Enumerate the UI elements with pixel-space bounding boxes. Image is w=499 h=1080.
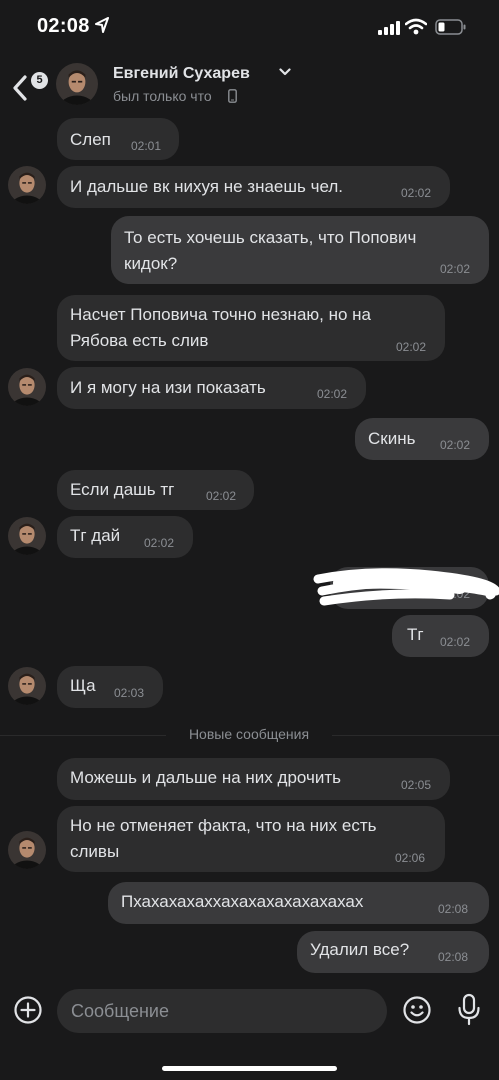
message-bubble[interactable]: Если дашь тг 02:02 — [57, 470, 254, 510]
message-bubble[interactable]: Но не отменяет факта, что на них есть сл… — [57, 806, 445, 872]
message-time: 02:02 — [401, 186, 432, 200]
battery-icon — [435, 19, 466, 35]
home-indicator — [162, 1066, 337, 1071]
message-bubble[interactable]: И я могу на изи показать 02:02 — [57, 367, 366, 409]
message-text: сливы — [70, 842, 120, 861]
message-time: 02:02 — [317, 387, 348, 401]
message-bubble[interactable]: Пхахахахаххахахахахахахахах 02:08 — [108, 882, 489, 924]
message-time: 02:02 — [206, 489, 237, 503]
message-text: Тг — [407, 625, 424, 644]
back-icon — [13, 75, 27, 101]
message-bubble[interactable]: Удалил все? 02:08 — [297, 931, 489, 973]
phone-icon — [228, 89, 237, 103]
message-bubble[interactable]: И дальше вк нихуя не знаешь чел. 02:02 — [57, 166, 450, 208]
message-text: Слеп — [70, 130, 111, 149]
message-text: Рябова есть слив — [70, 331, 209, 350]
message-bubble[interactable]: Ща 02:03 — [57, 666, 163, 708]
message-bubble[interactable]: Тг дай 02:02 — [57, 516, 193, 558]
contact-status: был только что — [113, 88, 212, 104]
message-bubble[interactable]: Можешь и дальше на них дрочить 02:05 — [57, 758, 450, 800]
chevron-down-icon[interactable] — [279, 68, 291, 76]
location-arrow-icon — [95, 17, 109, 33]
message-bubble[interactable]: Насчет Поповича точно незнаю, но на Рябо… — [57, 295, 445, 361]
message-time: 02:02 — [144, 536, 175, 550]
message-time: 02:02 — [396, 340, 427, 354]
message-text: Но не отменяет факта, что на них есть — [70, 816, 377, 835]
message-text: Ща — [70, 676, 96, 695]
message-time: 02:01 — [131, 139, 162, 153]
message-text: Пхахахахаххахахахахахахахах — [121, 892, 364, 911]
back-button[interactable]: 5 — [8, 64, 48, 108]
message-time: 02:02 — [440, 635, 471, 649]
message-bubble[interactable]: Скинь 02:02 — [355, 418, 489, 460]
message-text: Насчет Поповича точно незнаю, но на — [70, 305, 372, 324]
new-messages-label: Новые сообщения — [166, 726, 332, 742]
plus-icon[interactable] — [13, 995, 43, 1025]
unread-badge: 5 — [31, 72, 48, 89]
message-bubble[interactable]: То есть хочешь сказать, что Попович кидо… — [111, 216, 489, 284]
avatar[interactable] — [8, 517, 46, 555]
message-text: Можешь и дальше на них дрочить — [70, 768, 341, 787]
chat-header: 5 Евгений Сухарев был только что — [0, 56, 499, 116]
message-text: И я могу на изи показать — [70, 378, 266, 397]
message-text: Удалил все? — [310, 940, 410, 959]
message-text: Тг дай — [70, 526, 121, 545]
message-time: 02:05 — [401, 778, 432, 792]
message-bubble[interactable]: Слеп 02:01 — [57, 118, 179, 160]
avatar[interactable] — [8, 831, 46, 869]
message-time: 02:06 — [395, 851, 426, 865]
message-time: 02:02 — [440, 262, 471, 276]
message-text: кидок? — [124, 254, 178, 273]
avatar[interactable] — [8, 166, 46, 204]
contact-name[interactable]: Евгений Сухарев — [113, 65, 250, 83]
status-time: 02:08 — [37, 15, 90, 37]
message-time: 02:08 — [438, 950, 469, 964]
avatar[interactable] — [8, 667, 46, 705]
redaction-scribble — [313, 568, 499, 606]
avatar[interactable] — [8, 368, 46, 406]
header-avatar[interactable] — [56, 63, 98, 105]
message-text: И дальше вк нихуя не знаешь чел. — [70, 177, 343, 196]
message-composer — [0, 985, 499, 1045]
wifi-icon — [405, 18, 427, 35]
message-time: 02:03 — [114, 686, 145, 700]
emoji-icon[interactable] — [402, 995, 432, 1025]
status-bar: 02:08 — [0, 0, 499, 56]
message-time: 02:02 — [440, 438, 471, 452]
mic-icon[interactable] — [456, 993, 482, 1027]
message-text: Если дашь тг — [70, 480, 175, 499]
message-time: 02:08 — [438, 902, 469, 916]
message-bubble[interactable]: Тг 02:02 — [392, 615, 489, 657]
message-text: То есть хочешь сказать, что Попович — [124, 228, 417, 247]
signal-icon — [378, 21, 400, 35]
message-text: Скинь — [368, 429, 416, 448]
message-input[interactable] — [57, 989, 387, 1033]
